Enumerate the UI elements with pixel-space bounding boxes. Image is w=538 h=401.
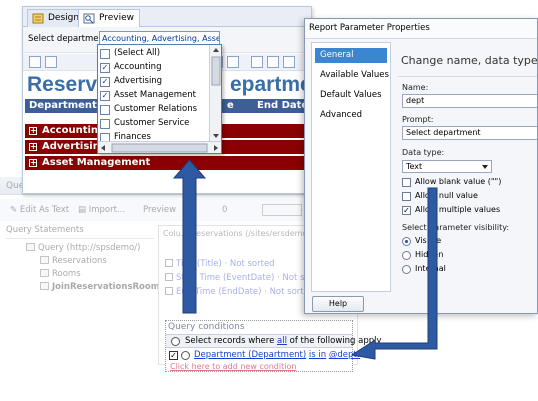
scrollbar-arrows-icon (211, 48, 221, 138)
print-layout-icon[interactable] (267, 56, 279, 68)
zoom-icon[interactable] (227, 56, 239, 68)
name-field[interactable]: dept (402, 94, 537, 108)
report-title-continued: epartment (230, 73, 311, 96)
expand-icon[interactable]: + (29, 127, 37, 135)
condition-enabled-checkbox[interactable]: ✓ (169, 351, 178, 360)
columns-panel-header: Colu... Reservations (/sites/ersdemo... (163, 229, 315, 238)
database-icon (26, 243, 35, 251)
item-checkbox[interactable] (100, 49, 110, 59)
print-icon[interactable] (251, 56, 263, 68)
tree-item-reservations[interactable]: Reservations (40, 256, 107, 266)
query-conditions-title: Query conditions (168, 322, 245, 332)
prompt-field[interactable]: Select department (402, 126, 537, 140)
scrollbar-arrows-icon (101, 143, 218, 153)
nav-item-general[interactable]: General (315, 48, 387, 63)
page-setup-icon[interactable] (283, 56, 295, 68)
tree-item-join[interactable]: JoinReservationsRooms (40, 282, 165, 292)
item-checkbox[interactable]: ✓ (100, 91, 110, 101)
item-checkbox[interactable]: ✓ (100, 63, 110, 73)
first-page-icon[interactable] (29, 56, 41, 68)
tree-item-query[interactable]: Query (http://spsdemo/) (26, 243, 140, 253)
data-type-label: Data type: (402, 148, 445, 157)
condition-value-link[interactable]: @dept! (329, 350, 360, 360)
match-mode-link[interactable]: all (277, 336, 287, 346)
dialog-heading: Change name, data type, and oth (401, 54, 538, 67)
import-icon: ▤ (78, 205, 89, 215)
column-checkbox[interactable] (165, 287, 173, 295)
tab-design[interactable]: Design (27, 9, 86, 27)
help-button[interactable]: Help (312, 296, 364, 312)
column-checkbox[interactable] (165, 259, 173, 267)
prompt-label: Prompt: (402, 115, 434, 124)
nav-item-advanced[interactable]: Advanced (315, 108, 387, 123)
visibility-label: Select parameter visibility: (402, 223, 510, 232)
column-row-end[interactable]: End Time (EndDate) · Not sorted (165, 287, 314, 297)
nav-item-available-values[interactable]: Available Values (315, 68, 389, 83)
condition-field-link[interactable]: Department (Department) (194, 350, 306, 360)
chevron-down-icon[interactable] (479, 161, 491, 172)
import-button[interactable]: ▤ Import... (78, 205, 125, 215)
column-header-department: Department (29, 100, 97, 111)
edit-icon: ✎ (10, 205, 20, 215)
column-row-start[interactable]: Start Time (EventDate) · Not sorted (165, 273, 327, 283)
divider (398, 76, 537, 77)
report-body-blank (25, 172, 311, 193)
group-row-asset-management[interactable]: + Asset Management (25, 156, 311, 171)
report-parameter-properties-dialog: Report Parameter Properties General Avai… (304, 18, 538, 314)
dialog-titlebar: Report Parameter Properties (305, 19, 537, 39)
dialog-nav: General Available Values Default Values … (311, 42, 391, 292)
add-condition-link[interactable]: Click here to add new condition (170, 362, 296, 371)
condition-row: ✓ Department (Department) is in @dept! (166, 349, 360, 362)
query-conditions-panel: Query conditions Select records where al… (165, 320, 382, 372)
group-toggle-icon[interactable] (171, 337, 180, 346)
condition-operator-link[interactable]: is in (309, 350, 326, 360)
query-statements-header: Query Statements (6, 225, 154, 239)
item-checkbox[interactable]: ✓ (100, 77, 110, 87)
dropdown-vertical-scrollbar[interactable] (209, 45, 221, 141)
item-checkbox[interactable] (100, 105, 110, 115)
dropdown-horizontal-scrollbar[interactable] (98, 141, 221, 153)
column-header-end-date: End Date (257, 100, 309, 111)
tree-item-rooms[interactable]: Rooms (40, 269, 81, 279)
list-icon (40, 256, 49, 264)
preview-button[interactable]: Preview (143, 205, 176, 215)
list-icon (40, 269, 49, 277)
column-row-title[interactable]: Title (Title) · Not sorted (165, 259, 275, 269)
layout-buttons[interactable] (262, 204, 302, 216)
data-type-select[interactable]: Text (402, 160, 492, 173)
dialog-main: Change name, data type, and oth Name: de… (394, 42, 538, 292)
tab-preview[interactable]: Preview (78, 9, 141, 28)
expand-icon[interactable]: + (29, 143, 37, 151)
prev-page-icon[interactable] (45, 56, 57, 68)
dialog-title: Report Parameter Properties (309, 23, 430, 33)
designer-tab-bar: Design Preview (23, 7, 311, 28)
column-header-start: e (227, 100, 234, 111)
conditions-header: Select records where all of the followin… (166, 334, 382, 348)
join-icon (40, 282, 49, 290)
nav-item-default-values[interactable]: Default Values (315, 88, 387, 103)
preview-icon (83, 13, 95, 24)
item-checkbox[interactable] (100, 119, 110, 129)
parameter-label: Select department (28, 34, 108, 44)
department-dropdown-list: (Select All) ✓ Accounting ✓ Advertising ✓ A… (97, 44, 222, 154)
condition-toggle-icon[interactable] (181, 351, 190, 360)
design-icon (32, 13, 44, 24)
edit-as-text-button[interactable]: ✎ Edit As Text (10, 205, 69, 215)
row-count-value: 0 (222, 205, 228, 215)
name-label: Name: (402, 83, 429, 92)
expand-icon[interactable]: + (29, 159, 37, 167)
column-checkbox[interactable] (165, 273, 173, 281)
